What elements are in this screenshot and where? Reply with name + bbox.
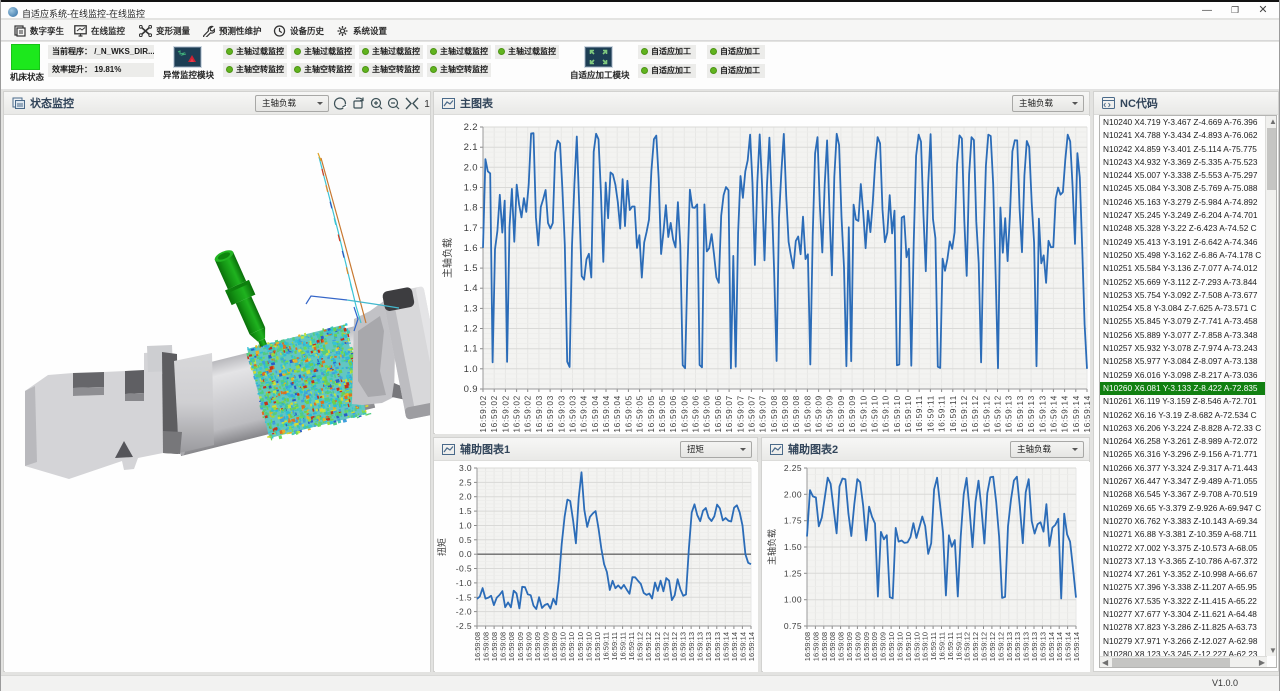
svg-text:16:59:09: 16:59:09 (837, 395, 846, 433)
svg-text:16:59:09: 16:59:09 (826, 395, 835, 433)
svg-text:2.5: 2.5 (459, 477, 472, 487)
svg-text:16:59:12: 16:59:12 (994, 395, 1003, 433)
svg-text:16:59:12: 16:59:12 (971, 395, 980, 433)
svg-text:2.2: 2.2 (464, 122, 478, 133)
svg-text:16:59:02: 16:59:02 (513, 395, 522, 433)
svg-text:1.50: 1.50 (784, 542, 802, 552)
svg-text:16:59:06: 16:59:06 (680, 395, 689, 433)
svg-text:1.8: 1.8 (464, 203, 478, 214)
svg-text:16:59:06: 16:59:06 (703, 395, 712, 433)
svg-text:16:59:13: 16:59:13 (1027, 395, 1036, 433)
svg-text:1.3: 1.3 (464, 303, 478, 314)
svg-text:1.9: 1.9 (464, 183, 478, 194)
svg-text:16:59:14: 16:59:14 (1061, 395, 1070, 433)
svg-text:1.7: 1.7 (464, 223, 478, 234)
svg-text:16:59:06: 16:59:06 (669, 395, 678, 433)
svg-text:16:59:14: 16:59:14 (1049, 395, 1058, 433)
svg-text:16:59:02: 16:59:02 (524, 395, 533, 433)
svg-text:1.6: 1.6 (464, 243, 478, 254)
svg-text:16:59:11: 16:59:11 (949, 395, 958, 432)
svg-text:2.0: 2.0 (459, 492, 472, 502)
svg-text:16:59:14: 16:59:14 (1072, 395, 1081, 433)
svg-text:16:59:11: 16:59:11 (926, 395, 935, 432)
svg-text:16:59:13: 16:59:13 (1038, 395, 1047, 433)
svg-text:16:59:04: 16:59:04 (591, 395, 600, 433)
svg-text:16:59:06: 16:59:06 (714, 395, 723, 433)
svg-text:16:59:05: 16:59:05 (636, 395, 645, 433)
svg-text:2.00: 2.00 (784, 489, 802, 499)
svg-text:扭矩: 扭矩 (436, 538, 447, 556)
svg-text:3.0: 3.0 (459, 463, 472, 473)
svg-text:16:59:13: 16:59:13 (1016, 395, 1025, 433)
svg-text:2.1: 2.1 (464, 142, 478, 153)
svg-text:-1.0: -1.0 (456, 578, 472, 588)
svg-text:16:59:06: 16:59:06 (692, 395, 701, 433)
svg-text:1.5: 1.5 (464, 263, 478, 274)
svg-text:16:59:08: 16:59:08 (781, 395, 790, 433)
svg-text:0.75: 0.75 (784, 621, 802, 631)
svg-text:16:59:03: 16:59:03 (557, 395, 566, 433)
svg-text:1.1: 1.1 (464, 344, 478, 355)
svg-text:1.5: 1.5 (459, 506, 472, 516)
svg-text:0.5: 0.5 (459, 535, 472, 545)
svg-text:16:59:09: 16:59:09 (815, 395, 824, 433)
svg-text:1.75: 1.75 (784, 516, 802, 526)
svg-text:16:59:11: 16:59:11 (938, 395, 947, 432)
svg-text:16:59:04: 16:59:04 (602, 395, 611, 433)
svg-text:16:59:08: 16:59:08 (803, 395, 812, 433)
svg-text:16:59:10: 16:59:10 (904, 395, 913, 433)
svg-text:16:59:05: 16:59:05 (624, 395, 633, 433)
svg-text:16:59:14: 16:59:14 (1083, 395, 1090, 433)
svg-text:-2.0: -2.0 (456, 607, 472, 617)
svg-text:16:59:09: 16:59:09 (848, 395, 857, 433)
svg-text:16:59:10: 16:59:10 (859, 395, 868, 433)
svg-text:16:59:10: 16:59:10 (882, 395, 891, 433)
svg-text:16:59:08: 16:59:08 (792, 395, 801, 433)
svg-text:16:59:10: 16:59:10 (871, 395, 880, 433)
svg-text:16:59:12: 16:59:12 (982, 395, 991, 433)
svg-text:16:59:14: 16:59:14 (747, 632, 756, 661)
svg-text:1: 1 (424, 99, 430, 110)
svg-text:主轴负载: 主轴负载 (441, 238, 454, 278)
svg-text:2.0: 2.0 (464, 162, 478, 173)
svg-text:1.0: 1.0 (464, 364, 478, 375)
svg-text:16:59:14: 16:59:14 (1072, 632, 1081, 661)
svg-text:16:59:11: 16:59:11 (915, 395, 924, 432)
svg-text:-1.5: -1.5 (456, 592, 472, 602)
svg-text:16:59:07: 16:59:07 (747, 395, 756, 433)
svg-text:16:59:05: 16:59:05 (658, 395, 667, 433)
svg-text:0.9: 0.9 (464, 384, 478, 395)
svg-text:16:59:04: 16:59:04 (580, 395, 589, 433)
svg-text:16:59:05: 16:59:05 (647, 395, 656, 433)
svg-text:16:59:07: 16:59:07 (736, 395, 745, 433)
svg-text:1.2: 1.2 (464, 324, 478, 335)
svg-text:1.00: 1.00 (784, 595, 802, 605)
svg-text:16:59:07: 16:59:07 (759, 395, 768, 433)
svg-text:1.0: 1.0 (459, 521, 472, 531)
svg-text:-2.5: -2.5 (456, 621, 472, 631)
svg-text:16:59:07: 16:59:07 (725, 395, 734, 433)
svg-text:16:59:08: 16:59:08 (770, 395, 779, 433)
svg-text:1.4: 1.4 (464, 283, 478, 294)
svg-text:16:59:03: 16:59:03 (569, 395, 578, 433)
svg-text:16:59:13: 16:59:13 (1005, 395, 1014, 433)
svg-text:16:59:03: 16:59:03 (535, 395, 544, 433)
svg-text:1.25: 1.25 (784, 568, 802, 578)
svg-text:-0.5: -0.5 (456, 564, 472, 574)
svg-text:16:59:03: 16:59:03 (546, 395, 555, 433)
svg-text:2.25: 2.25 (784, 463, 802, 473)
svg-text:16:59:02: 16:59:02 (490, 395, 499, 433)
svg-text:主轴负载: 主轴负载 (766, 529, 777, 565)
svg-text:16:59:02: 16:59:02 (501, 395, 510, 433)
svg-text:16:59:12: 16:59:12 (960, 395, 969, 433)
svg-text:16:59:02: 16:59:02 (479, 395, 488, 433)
svg-text:16:59:04: 16:59:04 (613, 395, 622, 433)
svg-text:0.0: 0.0 (459, 549, 472, 559)
svg-text:16:59:10: 16:59:10 (893, 395, 902, 433)
